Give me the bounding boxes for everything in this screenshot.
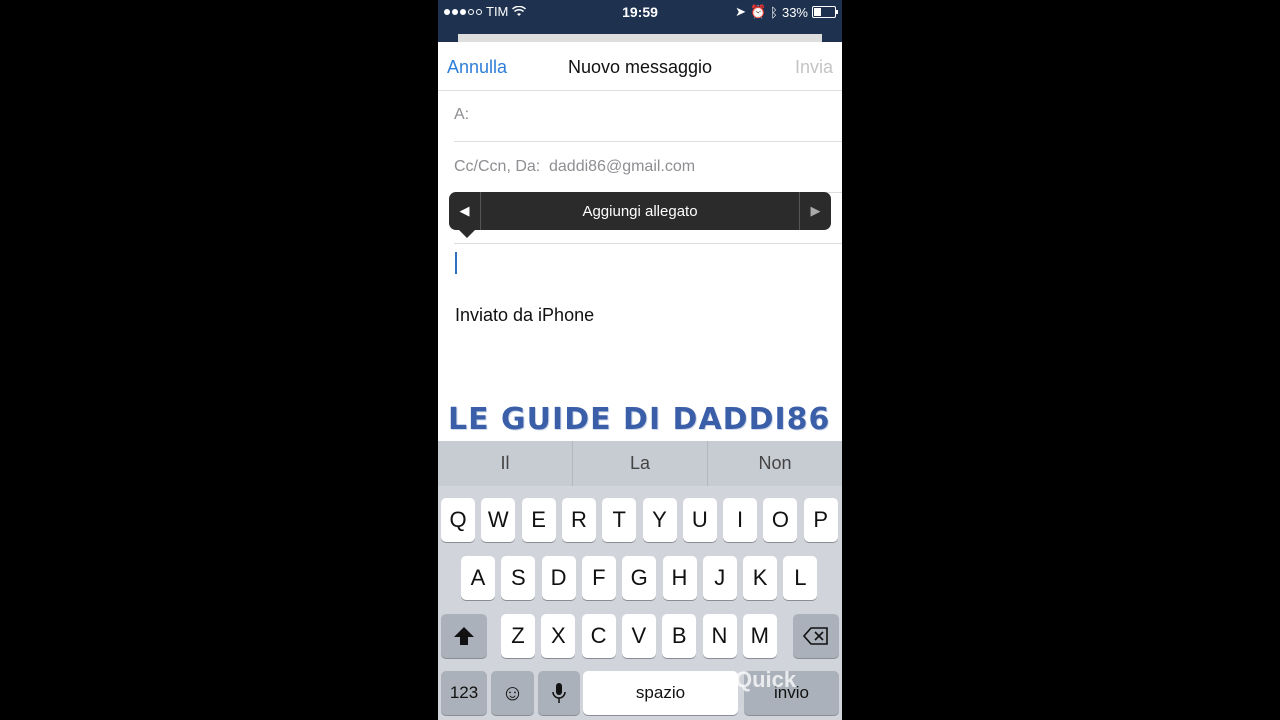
key-v[interactable]: V bbox=[621, 614, 656, 658]
key-r[interactable]: R bbox=[561, 498, 596, 542]
shift-key[interactable] bbox=[441, 614, 487, 658]
dictation-key[interactable] bbox=[538, 671, 580, 715]
emoji-icon: ☺ bbox=[501, 680, 524, 705]
battery-percent: 33% bbox=[781, 4, 808, 20]
watermark-logo: LE GUIDE DI DADDI86 bbox=[448, 402, 831, 437]
backspace-key[interactable] bbox=[793, 614, 839, 658]
compose-sheet: Annulla Nuovo messaggio Invia A: Cc/Ccn,… bbox=[438, 42, 842, 442]
status-right: ➤ ⏰ ᛒ 33% bbox=[735, 4, 838, 20]
key-s[interactable]: S bbox=[501, 556, 536, 600]
popup-tail bbox=[459, 230, 475, 238]
to-field[interactable]: A: bbox=[454, 90, 842, 142]
space-key[interactable]: spazio bbox=[583, 671, 738, 715]
page-title: Nuovo messaggio bbox=[567, 57, 713, 77]
key-x[interactable]: X bbox=[541, 614, 576, 658]
key-a[interactable]: A bbox=[461, 556, 495, 600]
key-g[interactable]: G bbox=[622, 556, 657, 600]
suggestion-3[interactable]: Non bbox=[708, 441, 842, 486]
background-mail-view bbox=[438, 22, 842, 44]
battery-icon bbox=[812, 6, 838, 18]
key-h[interactable]: H bbox=[662, 556, 697, 600]
alarm-icon: ⏰ bbox=[749, 4, 767, 19]
key-q[interactable]: Q bbox=[441, 498, 475, 542]
menu-next-button[interactable]: ▶ bbox=[799, 192, 831, 230]
key-u[interactable]: U bbox=[682, 498, 717, 542]
key-y[interactable]: Y bbox=[642, 498, 677, 542]
key-f[interactable]: F bbox=[581, 556, 616, 600]
key-p[interactable]: P bbox=[803, 498, 838, 542]
key-o[interactable]: O bbox=[763, 498, 798, 542]
menu-prev-button[interactable]: ◀ bbox=[449, 192, 481, 230]
from-address[interactable]: daddi86@gmail.com bbox=[549, 158, 695, 176]
status-bar: TIM 19:59 ➤ ⏰ ᛒ 33% bbox=[438, 0, 842, 22]
cc-label: Cc/Ccn, Da: bbox=[454, 158, 541, 175]
microphone-icon bbox=[552, 683, 566, 703]
add-attachment-button[interactable]: Aggiungi allegato bbox=[480, 203, 800, 220]
to-label: A: bbox=[454, 106, 470, 123]
predictive-bar: Il La Non bbox=[438, 441, 842, 486]
key-k[interactable]: K bbox=[743, 556, 778, 600]
key-d[interactable]: D bbox=[541, 556, 576, 600]
suggestion-2[interactable]: La bbox=[573, 441, 707, 486]
cc-from-field[interactable]: Cc/Ccn, Da: daddi86@gmail.com bbox=[454, 142, 842, 193]
key-w[interactable]: W bbox=[481, 498, 516, 542]
key-e[interactable]: E bbox=[521, 498, 556, 542]
shift-icon bbox=[454, 627, 474, 645]
edit-menu-popup: ◀ Aggiungi allegato ▶ bbox=[449, 192, 831, 238]
send-button[interactable]: Invia bbox=[795, 57, 833, 78]
text-cursor bbox=[455, 252, 457, 274]
phone-screen: TIM 19:59 ➤ ⏰ ᛒ 33% Annulla Nuovo messag… bbox=[438, 0, 842, 720]
backspace-icon bbox=[803, 627, 828, 645]
emoji-key[interactable]: ☺ bbox=[491, 671, 534, 715]
key-t[interactable]: T bbox=[602, 498, 637, 542]
numbers-key[interactable]: 123 bbox=[441, 671, 487, 715]
key-m[interactable]: M bbox=[742, 614, 777, 658]
suggestion-1[interactable]: Il bbox=[438, 441, 572, 486]
keyboard: Il La Non QWERTYUIOP ASDFGHJKL ZXCVBNM 123… bbox=[438, 441, 842, 720]
bluetooth-icon: ᛒ bbox=[770, 4, 778, 20]
key-i[interactable]: I bbox=[723, 498, 758, 542]
location-icon: ➤ bbox=[735, 4, 746, 19]
compose-navbar: Annulla Nuovo messaggio Invia bbox=[438, 42, 842, 91]
key-b[interactable]: B bbox=[662, 614, 697, 658]
quick-watermark: Quick bbox=[735, 667, 797, 692]
key-l[interactable]: L bbox=[783, 556, 818, 600]
email-signature[interactable]: Inviato da iPhone bbox=[455, 305, 594, 326]
key-z[interactable]: Z bbox=[501, 614, 535, 658]
key-c[interactable]: C bbox=[581, 614, 616, 658]
key-n[interactable]: N bbox=[702, 614, 737, 658]
key-j[interactable]: J bbox=[702, 556, 737, 600]
